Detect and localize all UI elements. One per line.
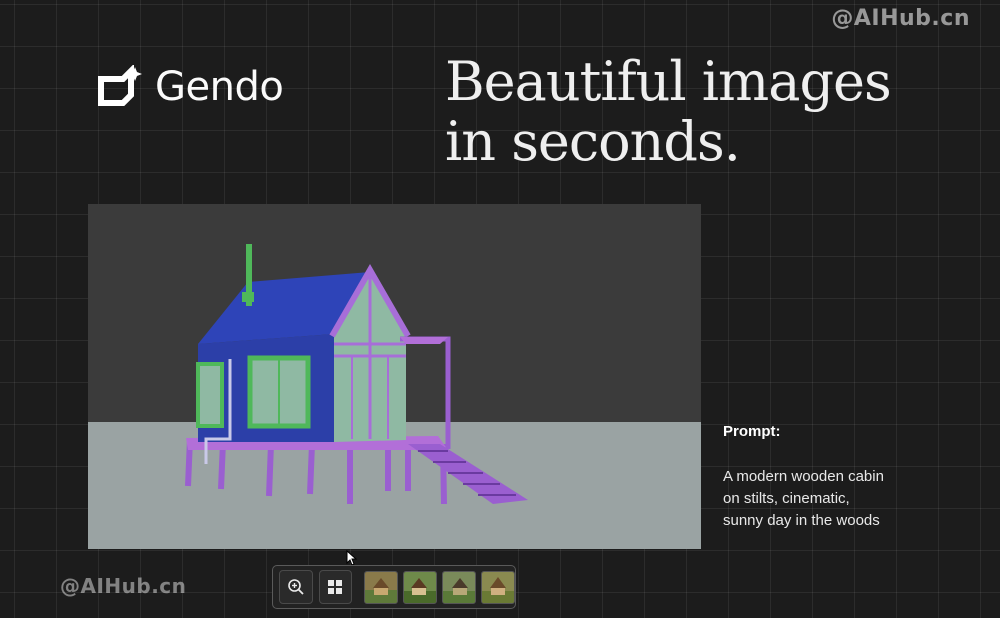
brand-name: Gendo [155, 64, 284, 110]
prompt-line-1: A modern wooden cabin [723, 468, 884, 485]
thumbnail-1[interactable] [364, 570, 398, 604]
mouse-cursor-icon [346, 550, 358, 566]
prompt-label: Prompt: [723, 423, 781, 440]
zoom-in-icon [287, 579, 304, 595]
zoom-button[interactable] [279, 570, 313, 604]
prompt-line-2: on stilts, cinematic, [723, 490, 850, 507]
headline: Beautiful images in seconds. [445, 52, 965, 172]
watermark-bottom: @AIHub.cn [60, 574, 187, 598]
thumbnail-strip [364, 570, 515, 604]
gendo-logo-icon [98, 65, 142, 106]
grid-view-icon [328, 580, 343, 594]
render-viewport[interactable] [88, 204, 701, 549]
cabin-render [88, 204, 701, 549]
thumbnail-3[interactable] [442, 570, 476, 604]
thumbnail-4[interactable] [481, 570, 515, 604]
thumbnail-2[interactable] [403, 570, 437, 604]
prompt-line-3: sunny day in the woods [723, 512, 880, 529]
watermark-top: @AIHub.cn [831, 6, 970, 31]
grid-view-button[interactable] [318, 570, 352, 604]
image-toolbar [272, 565, 516, 609]
headline-line-1: Beautiful images [445, 50, 892, 113]
brand-logo: Gendo [97, 64, 284, 110]
prompt-text: A modern wooden cabin on stilts, cinemat… [723, 466, 943, 532]
headline-line-2: in seconds. [445, 110, 741, 173]
